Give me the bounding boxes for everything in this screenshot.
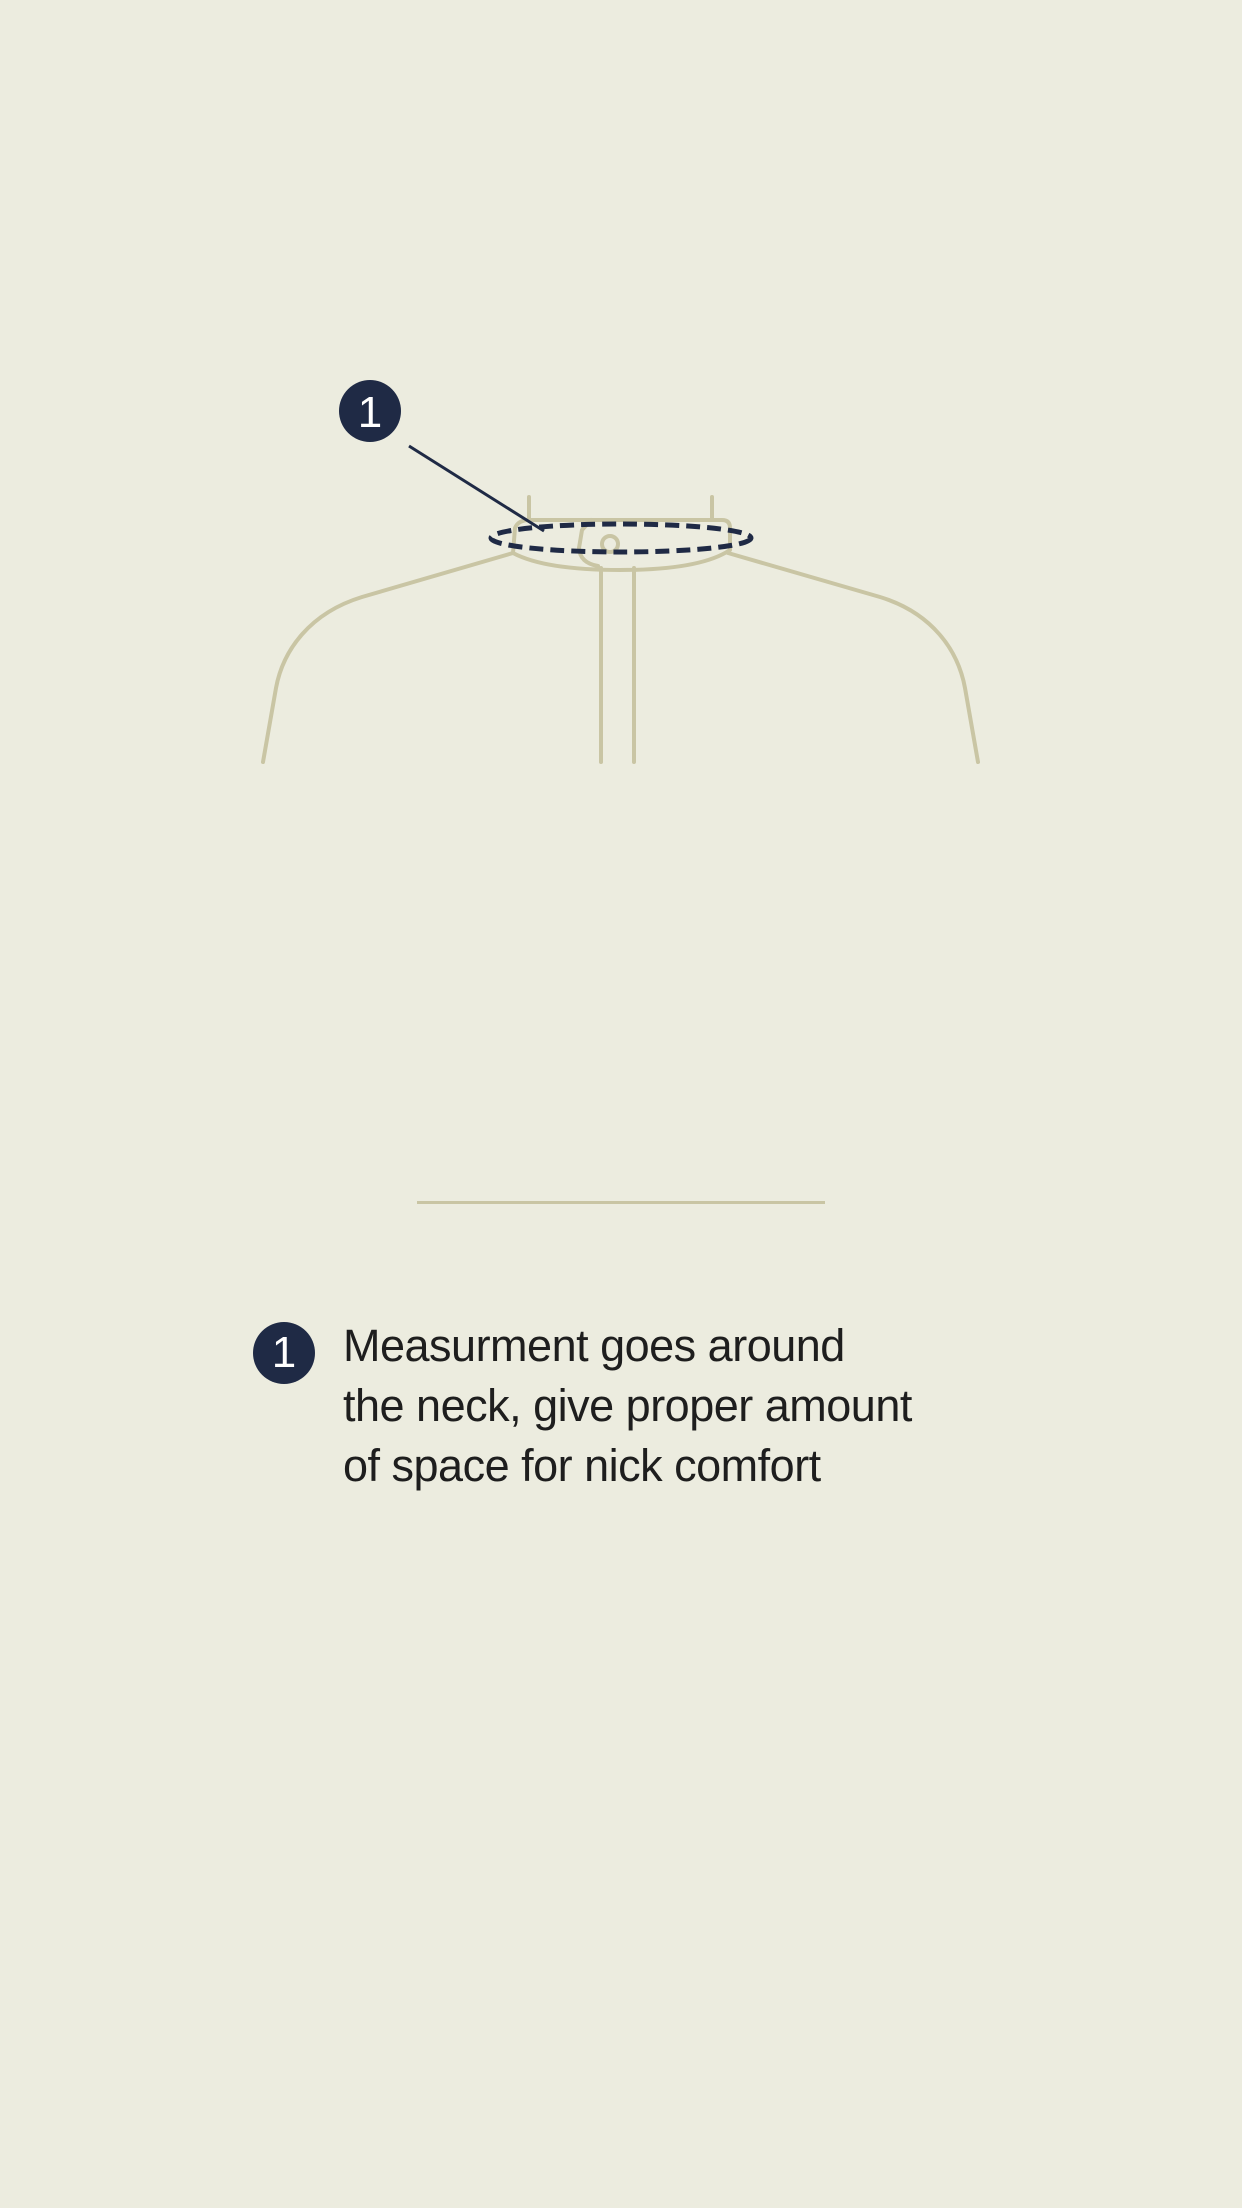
right-shoulder-line <box>726 551 980 764</box>
left-shoulder-line <box>261 551 515 764</box>
legend-description: Measurment goes around the neck, give pr… <box>343 1316 1043 1496</box>
legend-description-line: of space for nick comfort <box>343 1440 821 1491</box>
shirt-outline <box>261 495 980 764</box>
callout-leader-line <box>408 444 545 533</box>
legend-description-line: the neck, give proper amount <box>343 1380 912 1431</box>
callout-badge-1: 1 <box>339 380 401 442</box>
callout-badge-number: 1 <box>358 388 382 437</box>
legend-number-badge: 1 <box>253 1322 315 1384</box>
shirt-collar-illustration: 1 <box>261 380 980 764</box>
legend-item-1: 1 Measurment goes around the neck, give … <box>253 1320 1043 1496</box>
neck-measurement-dashed-ellipse <box>488 521 754 555</box>
legend-description-line: Measurment goes around <box>343 1320 845 1371</box>
section-divider <box>417 1201 825 1204</box>
